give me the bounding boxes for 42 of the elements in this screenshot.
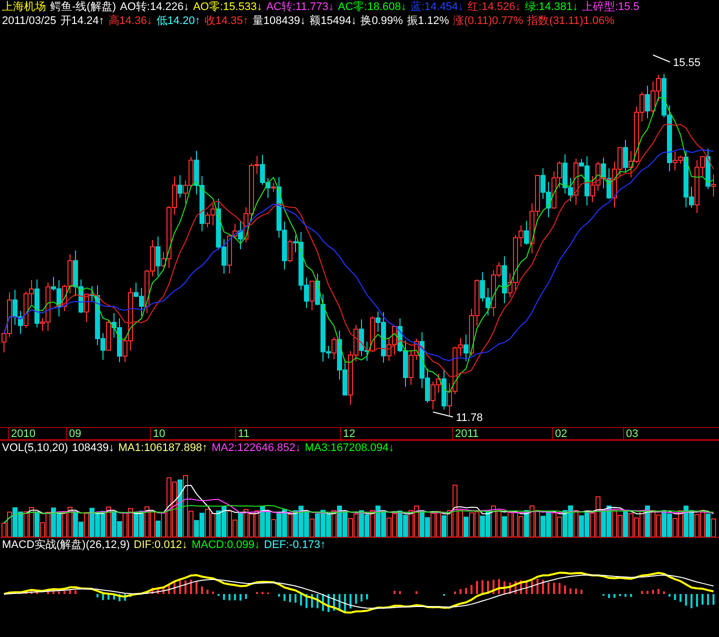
volume-value: MA1:106187.898↑ — [118, 441, 208, 455]
indicator-value: AC零:18.608↓ — [338, 0, 406, 14]
date-label: 02 — [552, 428, 568, 441]
date-label: 03 — [623, 428, 638, 441]
indicator-value: 红:14.526↓ — [468, 0, 521, 14]
stock-name: 上海机场 — [2, 0, 46, 14]
quote-value: 高14.36↓ — [108, 14, 152, 28]
volume-value: MA2:122646.852↓ — [212, 441, 301, 455]
date-label: 2010 — [8, 428, 36, 441]
indicator-value: AC转:11.773↓ — [266, 0, 334, 14]
date-label: 09 — [66, 428, 82, 441]
quote-value: 2011/03/25 — [2, 14, 56, 28]
indicator-value: AO零:15.533↓ — [193, 0, 262, 14]
quote-value: 涨(0.11)0.77% — [453, 14, 524, 28]
low-marker-drawing — [432, 412, 454, 418]
date-label: 2011 — [452, 428, 479, 441]
volume-value: 108439↓ — [72, 441, 114, 455]
quote-value: 量108439↓ — [252, 14, 306, 28]
date-label: 10 — [150, 428, 166, 441]
quote-value: 低14.20↑ — [156, 14, 200, 28]
date-label: 11 — [235, 428, 250, 441]
indicator-name: 鳄鱼-线(解盘) — [50, 0, 116, 14]
volume-value: MA3:167208.094↓ — [304, 441, 394, 455]
indicator-value: 绿:14.381↓ — [524, 0, 578, 14]
quote-value: 振1.12% — [406, 14, 450, 28]
price-label: 15.55 — [673, 57, 701, 69]
macd-value: DEF:-0.173↑ — [264, 538, 326, 552]
indicator-value: AO转:14.226↓ — [120, 0, 190, 14]
volume-value: VOL(5,10,20) — [2, 441, 68, 455]
date-label: 12 — [340, 428, 356, 441]
quote-value: 开14.24↑ — [60, 14, 104, 28]
quote-value: 额15494↓ — [310, 14, 357, 28]
macd-value: MACD:0.099↓ — [192, 538, 260, 552]
quote-value: 指数(31.11)1.06% — [527, 14, 614, 28]
indicator-value: 上碎型:15.5 — [582, 0, 640, 14]
indicator-value: 蓝:14.454↓ — [410, 0, 464, 14]
macd-value: DIF:0.012↓ — [134, 538, 188, 552]
quote-value: 换0.99% — [360, 14, 403, 28]
quote-value: 收14.35↑ — [204, 14, 248, 28]
high-marker-drawing — [652, 54, 670, 62]
price-label: 11.78 — [456, 412, 483, 424]
macd-value: MACD实战(解盘)(26,12,9) — [2, 538, 130, 552]
